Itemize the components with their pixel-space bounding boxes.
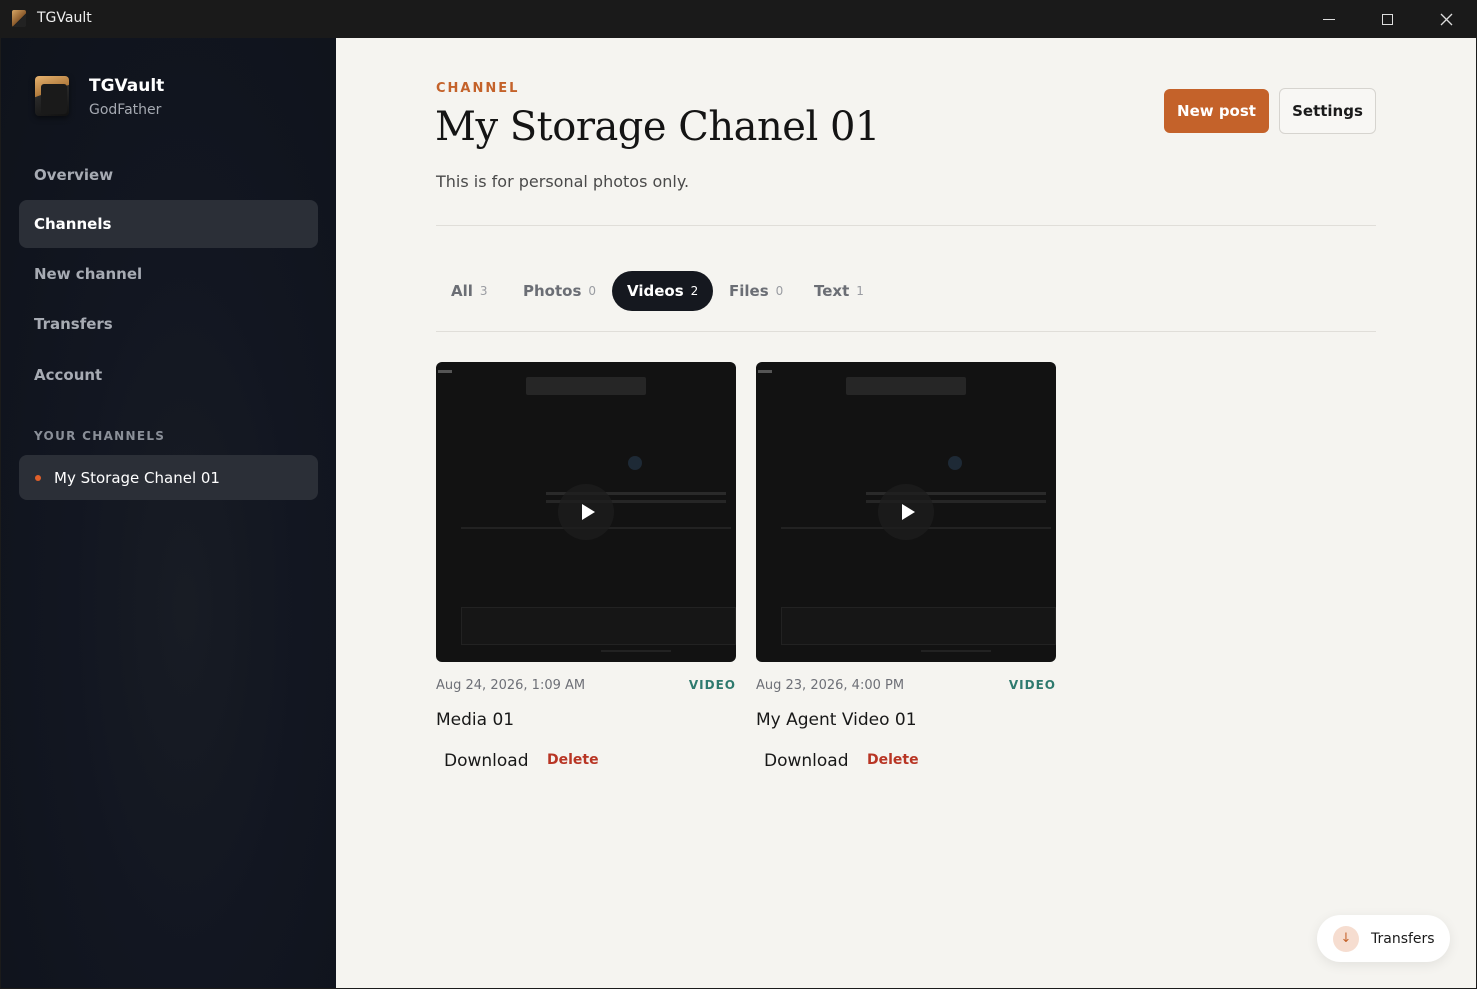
minimize-button[interactable] [1300,0,1358,38]
maximize-icon [1381,13,1393,25]
tab-label: All [451,282,473,300]
sidebar-item-account[interactable]: Account [19,351,318,399]
delete-button[interactable]: Delete [867,752,919,768]
maximize-button[interactable] [1358,0,1416,38]
tab-label: Text [814,282,850,300]
download-button[interactable]: Download [444,751,529,771]
tab-videos[interactable]: Videos 2 [612,271,714,311]
tab-count: 3 [479,284,488,298]
channel-description: This is for personal photos only. [436,172,690,191]
sidebar-item-label: Transfers [34,315,113,333]
close-icon [1440,13,1452,25]
thumbnail-detail [461,607,736,645]
app-logo-icon [12,10,26,27]
media-card: Aug 23, 2026, 4:00 PM VIDEO My Agent Vid… [756,362,1056,771]
tab-count: 0 [588,284,597,298]
sidebar-item-channels[interactable]: Channels [19,200,318,248]
tab-label: Files [729,282,769,300]
video-thumbnail[interactable] [436,362,736,662]
new-post-button[interactable]: New post [1164,89,1269,133]
sidebar-item-label: New channel [34,265,143,283]
play-button[interactable] [878,484,934,540]
thumbnail-detail [628,456,642,470]
tab-label: Photos [523,282,582,300]
media-type-badge: VIDEO [688,678,736,692]
sidebar-item-overview[interactable]: Overview [19,151,318,199]
transfers-floating-button[interactable]: ↓ Transfers [1317,915,1450,962]
page-title: My Storage Chanel 01 [435,104,880,150]
download-button[interactable]: Download [764,751,849,771]
sidebar-channel-item[interactable]: My Storage Chanel 01 [19,455,318,500]
tab-count: 1 [856,284,864,298]
transfers-label: Transfers [1371,930,1435,947]
brand-name: TGVault [89,76,165,96]
thumbnail-detail [846,377,966,395]
tab-count: 0 [775,284,784,298]
play-icon [581,504,595,520]
media-card: Aug 24, 2026, 1:09 AM VIDEO Media 01 Dow… [436,362,736,771]
sidebar-item-transfers[interactable]: Transfers [19,300,318,348]
channel-name: My Storage Chanel 01 [54,468,220,487]
divider [436,225,1376,226]
account-username: GodFather [89,102,162,118]
tab-photos[interactable]: Photos 0 [508,271,611,311]
thumbnail-detail [921,650,991,652]
video-thumbnail[interactable] [756,362,1056,662]
tab-all[interactable]: All 3 [436,271,503,311]
media-date: Aug 23, 2026, 4:00 PM [756,678,905,693]
thumbnail-detail [758,370,772,373]
play-button[interactable] [558,484,614,540]
delete-button[interactable]: Delete [547,752,599,768]
thumbnail-detail [438,370,452,373]
page-eyebrow: CHANNEL [436,81,520,96]
tab-count: 2 [690,284,699,298]
thumbnail-detail [948,456,962,470]
download-arrow-icon: ↓ [1333,925,1359,952]
media-date: Aug 24, 2026, 1:09 AM [436,678,586,693]
sidebar-item-new-channel[interactable]: New channel [19,250,318,298]
your-channels-heading: YOUR CHANNELS [34,429,166,443]
media-title: My Agent Video 01 [756,710,917,730]
main-content: CHANNEL My Storage Chanel 01 This is for… [336,38,1476,988]
channel-status-dot-icon [35,474,41,481]
play-icon [901,504,915,520]
sidebar: TGVault GodFather Overview Channels New … [1,38,336,988]
media-title: Media 01 [436,710,515,730]
divider [436,331,1376,332]
brand-logo-icon [35,76,69,116]
title-bar: TGVault [0,0,1477,38]
tab-files[interactable]: Files 0 [714,271,798,311]
tab-label: Videos [627,282,684,300]
thumbnail-detail [526,377,646,395]
sidebar-item-label: Channels [34,215,112,233]
thumbnail-detail [601,650,671,652]
minimize-icon [1323,18,1335,20]
sidebar-item-label: Overview [34,166,114,184]
settings-button[interactable]: Settings [1279,88,1376,134]
tab-text[interactable]: Text 1 [799,271,879,311]
sidebar-item-label: Account [34,366,103,384]
media-type-badge: VIDEO [1008,678,1056,692]
window-title: TGVault [37,10,92,26]
close-button[interactable] [1417,0,1475,38]
thumbnail-detail [781,607,1056,645]
